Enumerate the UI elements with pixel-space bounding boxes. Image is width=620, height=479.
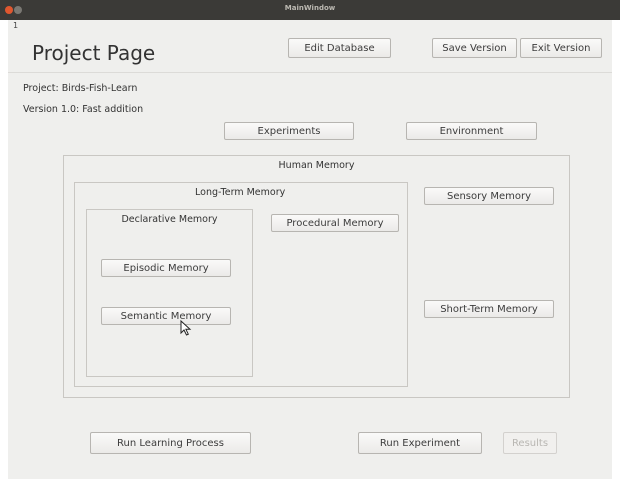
exit-version-button[interactable]: Exit Version	[520, 38, 602, 58]
declarative-memory-label: Declarative Memory	[121, 214, 218, 225]
human-memory-label: Human Memory	[278, 160, 355, 171]
window-titlebar: MainWindow	[0, 0, 620, 20]
long-term-memory-label: Long-Term Memory	[195, 187, 286, 198]
mouse-pointer-icon	[180, 320, 192, 336]
header-divider	[8, 72, 612, 73]
episodic-memory-button[interactable]: Episodic Memory	[101, 259, 231, 277]
run-experiment-button[interactable]: Run Experiment	[358, 432, 482, 454]
save-version-button[interactable]: Save Version	[432, 38, 517, 58]
long-term-memory-box: Long-Term Memory Declarative Memory Epis…	[74, 182, 408, 387]
sensory-memory-button[interactable]: Sensory Memory	[424, 187, 554, 205]
version-label: Version 1.0: Fast addition	[23, 104, 144, 115]
procedural-memory-button[interactable]: Procedural Memory	[271, 214, 399, 232]
semantic-memory-button[interactable]: Semantic Memory	[101, 307, 231, 325]
page-title: Project Page	[32, 41, 156, 65]
project-name-label: Project: Birds-Fish-Learn	[23, 83, 138, 94]
human-memory-box: Human Memory Long-Term Memory Declarativ…	[63, 155, 570, 398]
run-learning-process-button[interactable]: Run Learning Process	[90, 432, 251, 454]
results-button[interactable]: Results	[503, 432, 557, 454]
short-term-memory-button[interactable]: Short-Term Memory	[424, 300, 554, 318]
main-window: 1 Project Page Edit Database Save Versio…	[8, 20, 612, 479]
window-title: MainWindow	[284, 4, 336, 12]
experiments-button[interactable]: Experiments	[224, 122, 354, 140]
declarative-memory-box: Declarative Memory Episodic Memory Seman…	[86, 209, 253, 377]
environment-button[interactable]: Environment	[406, 122, 537, 140]
edit-database-button[interactable]: Edit Database	[288, 38, 391, 58]
menu-marker: 1	[13, 21, 19, 30]
